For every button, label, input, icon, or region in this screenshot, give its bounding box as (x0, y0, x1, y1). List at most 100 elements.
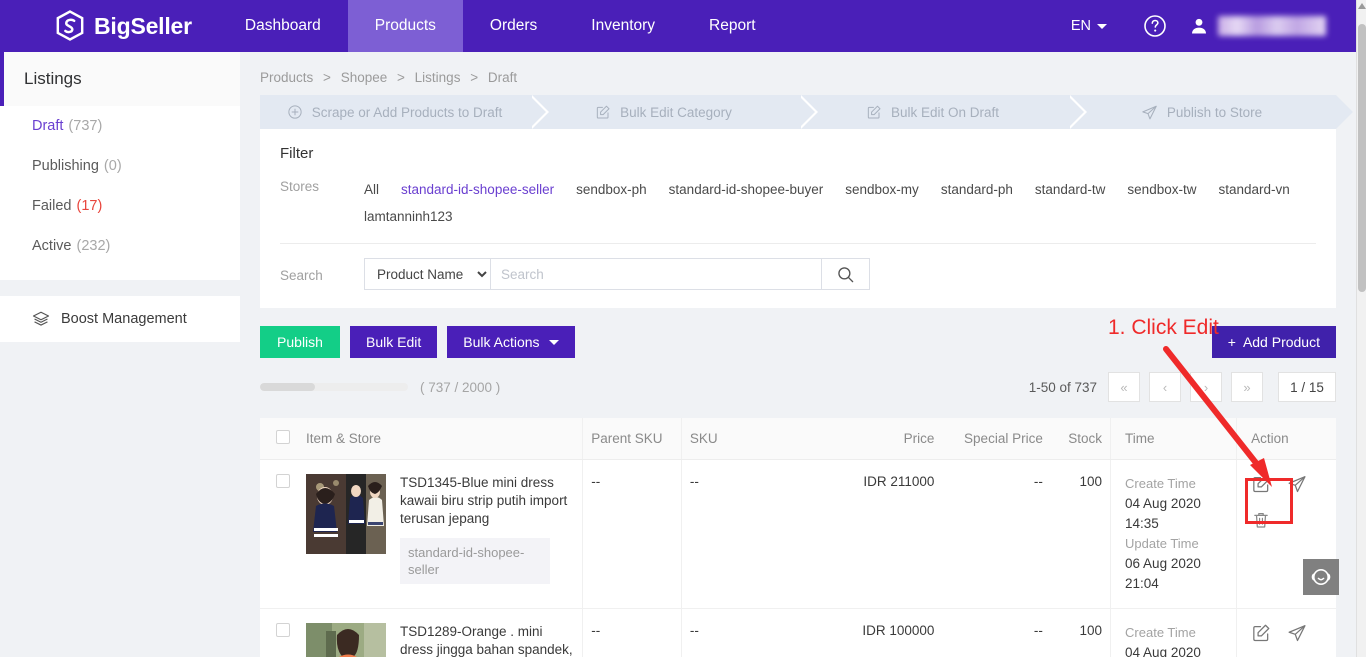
delete-icon[interactable] (1251, 510, 1271, 530)
step-bulk-edit-on-draft[interactable]: Bulk Edit On Draft (798, 95, 1067, 129)
row-checkbox[interactable] (276, 474, 290, 488)
product-name[interactable]: TSD1345-Blue mini dress kawaii biru stri… (400, 474, 574, 528)
breadcrumb-item-shopee[interactable]: Shopee (341, 70, 388, 85)
row-stock: 100 (1051, 460, 1111, 609)
table-row[interactable]: TSD1289-Orange . mini dress jingga bahan… (260, 609, 1336, 657)
breadcrumb-separator: > (397, 70, 405, 85)
filter-panel-title: Filter (260, 129, 1336, 162)
sidebar: Listings Draft (737) Publishing (0) Fail… (0, 52, 240, 342)
pagination-prev-button[interactable]: ‹ (1149, 372, 1181, 402)
step-label: Bulk Edit Category (620, 105, 732, 120)
user-avatar-icon (1189, 16, 1209, 36)
sidebar-item-failed[interactable]: Failed (17) (0, 186, 240, 226)
row-select-cell (260, 460, 298, 609)
quota-progress-bar (260, 383, 408, 391)
nav-item-report[interactable]: Report (682, 0, 783, 52)
search-input[interactable] (491, 259, 821, 289)
pagination: 1-50 of 737 « ‹ › » 1 / 15 (1029, 372, 1336, 402)
filter-search-label: Search (280, 265, 364, 283)
pagination-page-indicator[interactable]: 1 / 15 (1278, 372, 1336, 402)
bulk-actions-button[interactable]: Bulk Actions (447, 326, 574, 358)
store-chip-sendbox-tw[interactable]: sendbox-tw (1127, 176, 1196, 203)
plus-circle-icon (287, 104, 303, 120)
quota-progress-fill (260, 383, 315, 391)
layers-icon (32, 310, 50, 328)
user-name-blurred (1218, 16, 1326, 36)
table-row[interactable]: TSD1345-Blue mini dress kawaii biru stri… (260, 460, 1336, 609)
header-item-and-store: Item & Store (298, 418, 583, 460)
main-nav-items: Dashboard Products Orders Inventory Repo… (218, 0, 783, 52)
search-submit-button[interactable] (821, 259, 869, 289)
row-special-price: -- (942, 460, 1050, 609)
edit-icon[interactable] (1251, 474, 1271, 494)
nav-item-inventory[interactable]: Inventory (564, 0, 682, 52)
bulk-actions-label: Bulk Actions (463, 334, 539, 350)
publish-send-icon[interactable] (1287, 623, 1307, 643)
publish-send-icon[interactable] (1287, 474, 1307, 494)
pagination-first-button[interactable]: « (1108, 372, 1140, 402)
user-account-menu[interactable] (1189, 16, 1346, 36)
store-chip-standard-tw[interactable]: standard-tw (1035, 176, 1106, 203)
edit-square-glyph (1251, 474, 1271, 494)
store-chip-lamtanninh123[interactable]: lamtanninh123 (364, 203, 453, 230)
sidebar-spacer (0, 280, 240, 296)
scroll-up-arrow-icon[interactable] (1358, 3, 1366, 9)
filter-stores-row: Stores All standard-id-shopee-seller sen… (260, 162, 1336, 230)
scrollbar-thumb[interactable] (1358, 24, 1366, 292)
step-publish-to-store[interactable]: Publish to Store (1067, 95, 1336, 129)
sidebar-listings-card: Listings Draft (737) Publishing (0) Fail… (0, 52, 240, 280)
product-name[interactable]: TSD1289-Orange . mini dress jingga bahan… (400, 623, 574, 657)
store-chip-standard-id-shopee-seller[interactable]: standard-id-shopee-seller (401, 176, 554, 203)
row-item-cell: TSD1345-Blue mini dress kawaii biru stri… (298, 460, 583, 609)
sidebar-item-active[interactable]: Active (232) (0, 226, 240, 266)
store-chip-all[interactable]: All (364, 176, 379, 203)
help-button[interactable] (1121, 14, 1189, 38)
sidebar-item-draft-count: (737) (68, 118, 102, 134)
breadcrumb-item-listings[interactable]: Listings (415, 70, 461, 85)
row-checkbox[interactable] (276, 623, 290, 637)
sidebar-boost-label: Boost Management (61, 311, 187, 327)
products-table: Item & Store Parent SKU SKU Price Specia… (260, 418, 1336, 657)
step-scrape-or-add-products[interactable]: Scrape or Add Products to Draft (260, 95, 529, 129)
select-all-checkbox[interactable] (276, 430, 290, 444)
store-chip-standard-vn[interactable]: standard-vn (1218, 176, 1289, 203)
row-stock: 100 (1051, 609, 1111, 657)
sidebar-item-publishing-label: Publishing (32, 158, 99, 174)
publish-button[interactable]: Publish (260, 326, 340, 358)
nav-item-products[interactable]: Products (348, 0, 463, 52)
support-chat-button[interactable] (1303, 559, 1339, 595)
product-store-tag: standard-id-shopee-seller (400, 538, 550, 584)
sidebar-item-failed-count: (17) (77, 198, 103, 214)
breadcrumb-separator: > (323, 70, 331, 85)
store-chip-standard-id-shopee-buyer[interactable]: standard-id-shopee-buyer (669, 176, 824, 203)
store-chip-sendbox-ph[interactable]: sendbox-ph (576, 176, 647, 203)
brand-logo[interactable]: BigSeller (0, 0, 218, 52)
product-thumbnail[interactable] (306, 474, 386, 554)
sidebar-item-draft[interactable]: Draft (737) (0, 106, 240, 146)
product-thumbnail[interactable] (306, 623, 386, 657)
sidebar-item-boost-management[interactable]: Boost Management (0, 296, 240, 342)
pagination-next-button[interactable]: › (1190, 372, 1222, 402)
sidebar-item-active-label: Active (32, 238, 72, 254)
bulk-edit-button[interactable]: Bulk Edit (350, 326, 437, 358)
breadcrumb-item-products[interactable]: Products (260, 70, 313, 85)
store-chip-sendbox-my[interactable]: sendbox-my (845, 176, 919, 203)
nav-item-dashboard[interactable]: Dashboard (218, 0, 348, 52)
add-product-button[interactable]: + Add Product (1212, 326, 1336, 358)
breadcrumb-item-draft[interactable]: Draft (488, 70, 517, 85)
plus-icon: + (1228, 334, 1236, 350)
store-chip-standard-ph[interactable]: standard-ph (941, 176, 1013, 203)
page-scrollbar[interactable] (1356, 0, 1366, 657)
header-parent-sku: Parent SKU (583, 418, 682, 460)
products-table-body: TSD1345-Blue mini dress kawaii biru stri… (260, 460, 1336, 657)
step-bulk-edit-category[interactable]: Bulk Edit Category (529, 95, 798, 129)
create-time-value: 04 Aug 2020 14:35 (1125, 643, 1228, 657)
edit-icon[interactable] (1251, 623, 1271, 643)
sidebar-item-publishing[interactable]: Publishing (0) (0, 146, 240, 186)
pagination-last-button[interactable]: » (1231, 372, 1263, 402)
language-selector[interactable]: EN (1057, 18, 1121, 34)
top-navigation-bar: BigSeller Dashboard Products Orders Inve… (0, 0, 1356, 52)
row-price: IDR 211000 (826, 460, 942, 609)
nav-item-orders[interactable]: Orders (463, 0, 564, 52)
search-field-select[interactable]: Product Name (365, 259, 491, 289)
